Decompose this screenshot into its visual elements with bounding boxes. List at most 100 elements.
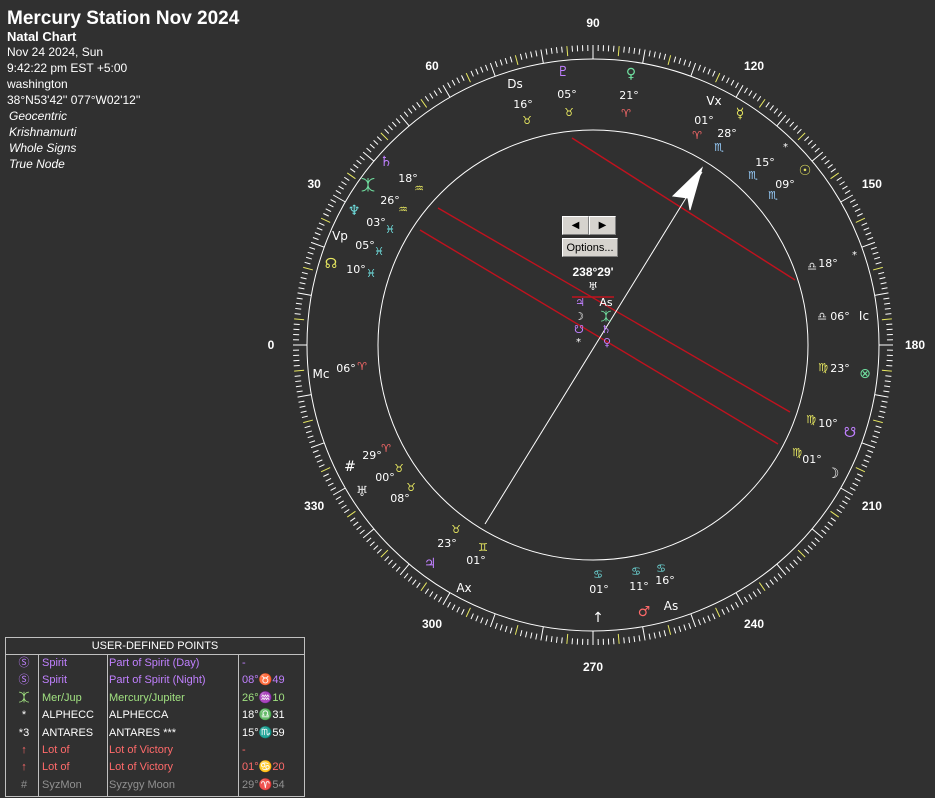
cusp-sign-icon: ♏ — [714, 141, 724, 154]
degree-tick — [433, 90, 438, 96]
options-button[interactable]: Options... — [562, 238, 618, 257]
cusp-degree: 01° — [694, 114, 714, 127]
udp-name: Mercury/Jupiter — [109, 691, 185, 704]
degree-tick — [842, 500, 848, 505]
degree-tick — [525, 52, 528, 59]
udp-row[interactable]: Ⓢ Spirit Part of Spirit (Night) 08°♉49 — [6, 672, 304, 689]
degree-tick — [346, 510, 356, 518]
degree-tick — [797, 132, 806, 141]
degree-tick — [438, 87, 443, 94]
cusp-sign-icon: ♈ — [381, 442, 391, 455]
degree-tick — [395, 118, 401, 124]
degree-tick — [881, 318, 892, 321]
degree-tick — [830, 517, 836, 522]
degree-tick — [804, 136, 810, 142]
degree-label: 330 — [304, 499, 324, 513]
udp-row[interactable]: * ALPHECC ALPHECCA 18°♎31 — [6, 707, 304, 724]
degree-tick — [447, 601, 451, 608]
degree-label: 30 — [307, 177, 321, 191]
degree-tick — [438, 596, 443, 603]
udp-abbr: Spirit — [42, 674, 68, 687]
degree-tick — [776, 114, 787, 127]
cusp-degree: 00° — [375, 471, 395, 484]
degree-tick — [550, 636, 553, 643]
cusp-degree: 23° — [437, 537, 457, 550]
degree-tick — [566, 633, 569, 644]
udp-row[interactable]: ↑ Lot of Lot of Victory 01°♋20 — [6, 759, 304, 776]
degree-tick — [301, 271, 308, 275]
degree-tick — [884, 302, 891, 305]
cusp-degree: 05° — [557, 88, 577, 101]
degree-tick — [312, 237, 319, 241]
degree-tick — [298, 400, 305, 403]
degree-tick — [653, 632, 656, 639]
udp-name: ANTARES *** — [109, 726, 177, 739]
udp-abbr: Spirit — [42, 657, 68, 669]
udp-name: ALPHECCA — [109, 709, 169, 722]
degree-tick — [743, 596, 748, 603]
house-cusp-labels: 16°♉05°♉21°♈01°♈ 28°♏15°♏09°♏18°♎06°♎23°♍… — [336, 88, 850, 596]
udp-row[interactable]: ⯰ Mer/Jup Mercury/Jupiter 26°♒10 — [6, 690, 304, 707]
degree-tick — [305, 430, 312, 434]
degree-label: 240 — [744, 617, 764, 631]
degree-tick — [743, 87, 748, 94]
fixed-star-icon: * — [852, 250, 857, 261]
cusp-degree: 06° — [336, 362, 356, 375]
next-button[interactable]: ▶ — [589, 216, 616, 235]
udp-symbol-icon: Ⓢ — [18, 657, 30, 669]
degree-tick — [878, 415, 885, 419]
degree-tick — [776, 563, 787, 576]
degree-tick — [789, 121, 795, 127]
degree-tick — [811, 528, 824, 539]
udp-row[interactable]: ↑ Lot of Lot of Victory - — [6, 742, 304, 759]
degree-tick — [307, 251, 314, 255]
degree-tick — [304, 261, 311, 265]
degree-tick — [300, 277, 307, 280]
cusp-degree: 16° — [513, 98, 533, 111]
cusp-sign-icon: ♎ — [807, 260, 817, 273]
degree-tick — [359, 529, 365, 535]
lot-icon: ↑ — [592, 610, 604, 626]
degree-tick — [857, 473, 863, 477]
degree-tick — [514, 624, 519, 635]
degree-tick — [878, 271, 885, 275]
degree-tick — [884, 307, 891, 310]
degree-tick — [683, 59, 687, 66]
udp-position: 15°♏59 — [242, 726, 285, 739]
degree-tick — [399, 114, 410, 127]
degree-tick — [879, 410, 886, 413]
degree-tick — [465, 72, 471, 83]
degree-tick — [885, 375, 892, 377]
degree-tick — [314, 454, 321, 458]
degree-tick — [874, 256, 881, 260]
degree-tick — [461, 75, 465, 81]
degree-tick — [658, 52, 661, 59]
udp-row[interactable]: # SyzMon Syzygy Moon 29°♈54 — [6, 777, 304, 794]
degree-tick — [617, 633, 620, 644]
degree-tick — [320, 467, 331, 473]
degree-tick — [814, 537, 820, 543]
udp-abbr: ALPHECC — [42, 709, 94, 722]
cluster-glyph-icon: ♄ — [601, 323, 611, 336]
udp-symbol-icon: *3 — [18, 726, 30, 739]
degree-tick — [867, 449, 874, 453]
jupiter-icon: ♃ — [424, 556, 437, 572]
udp-row[interactable]: *3 ANTARES ANTARES *** 15°♏59 — [6, 725, 304, 742]
degree-tick — [667, 624, 672, 635]
degree-tick — [362, 151, 375, 162]
node-icon: ☋ — [844, 425, 856, 441]
center-degree-readout: 238°29' — [572, 265, 614, 279]
degree-tick — [836, 508, 842, 514]
cusp-sign-icon: ♉ — [564, 106, 574, 119]
cusp-degree: 05° — [355, 239, 375, 252]
degree-tick — [849, 199, 856, 203]
degree-tick — [294, 369, 305, 372]
degree-tick — [663, 630, 667, 637]
udp-name: Lot of Victory — [109, 743, 173, 756]
udp-row[interactable]: Ⓢ Spirit Part of Spirit (Day) - — [6, 655, 304, 672]
degree-tick — [885, 313, 892, 315]
degree-tick — [353, 164, 359, 169]
degree-tick — [325, 208, 332, 212]
degree-tick — [688, 61, 692, 68]
prev-button[interactable]: ◀ — [562, 216, 589, 235]
